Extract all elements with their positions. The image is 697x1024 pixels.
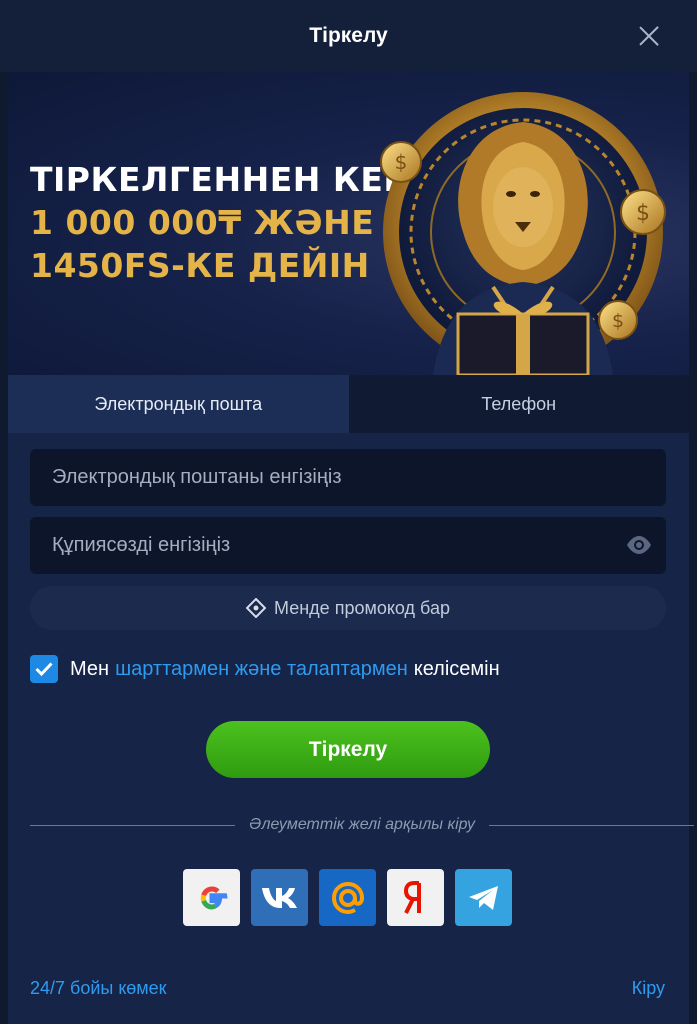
mail-login-button[interactable] [319,869,376,926]
registration-tabs: Электрондық пошта Телефон [8,375,689,433]
email-field[interactable] [52,466,612,489]
terms-agreement: Мен шарттармен және талаптармен келісемі… [30,655,500,683]
ticket-icon [246,598,267,618]
yandex-icon [403,880,421,914]
support-link[interactable]: 24/7 бойы көмек [30,978,167,999]
eye-icon[interactable] [626,535,652,555]
telegram-icon [468,885,498,910]
modal-title: Тіркелу [309,24,388,47]
social-login-buttons [183,869,512,926]
vk-icon [261,887,297,908]
register-button[interactable]: Тіркелу [206,721,490,778]
tab-phone[interactable]: Телефон [348,375,689,433]
registration-modal: Тіркелу ТІРКЕЛГЕННЕН КЕЙІН 1 000 000₸ ЖӘ… [0,0,697,1024]
banner-line-2: 1 000 000₸ ЖӘНЕ [30,203,375,242]
login-link[interactable]: Кіру [632,978,665,999]
registration-form: Электрондық пошта Телефон Менде промокод… [8,375,695,1024]
lion-medallion-image: $ $ $ [380,92,666,375]
promo-code-label: Менде промокод бар [274,597,450,618]
tab-email[interactable]: Электрондық пошта [8,375,349,433]
social-divider: Әлеуметтік желі арқылы кіру [30,815,695,835]
google-icon [200,885,227,910]
terms-link[interactable]: шарттармен және талаптармен [115,658,408,681]
promo-banner: ТІРКЕЛГЕННЕН КЕЙІН 1 000 000₸ ЖӘНЕ 1450F… [8,72,689,375]
svg-text:$: $ [395,150,408,174]
svg-text:$: $ [612,310,624,332]
password-field-wrapper [30,517,666,574]
modal-header: Тіркелу [0,0,697,72]
social-divider-label: Әлеуметтік желі арқылы кіру [249,816,475,833]
password-field[interactable] [52,534,612,557]
telegram-login-button[interactable] [455,869,512,926]
vk-login-button[interactable] [251,869,308,926]
terms-prefix: Мен [70,657,110,680]
terms-suffix: келісемін [413,657,500,680]
check-icon [35,662,53,676]
svg-text:$: $ [636,201,650,226]
divider-line-left [30,824,236,826]
terms-checkbox[interactable] [30,655,58,683]
mail-ru-icon [331,881,364,914]
yandex-login-button[interactable] [387,869,444,926]
promo-code-button[interactable]: Менде промокод бар [30,586,666,630]
email-field-wrapper [30,449,666,506]
close-icon[interactable] [635,22,663,50]
divider-line-right [489,824,695,826]
google-login-button[interactable] [183,869,240,926]
banner-line-3: 1450FS-КЕ ДЕЙІН [30,246,370,285]
